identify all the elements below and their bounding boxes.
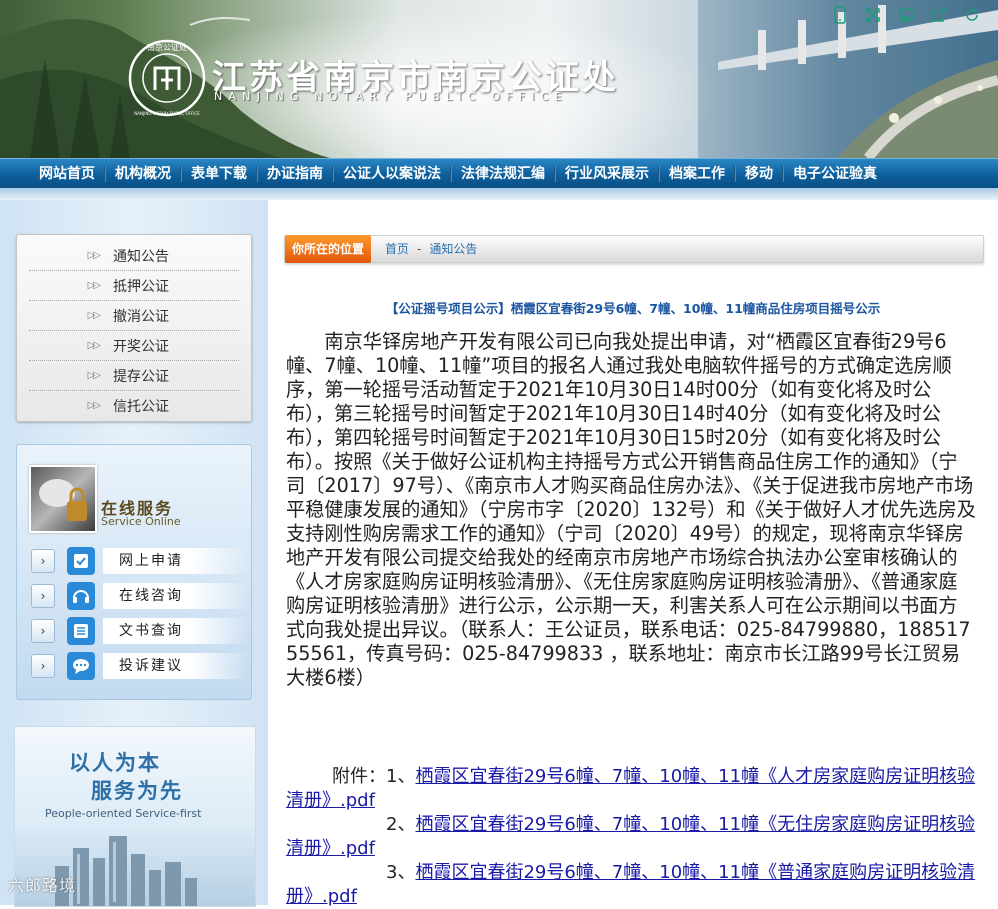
service-document-query[interactable]: › 文书查询 <box>31 617 249 645</box>
service-subtitle: Service Online <box>101 515 181 528</box>
nav-home[interactable]: 网站首页 <box>30 159 104 189</box>
nav-archives[interactable]: 档案工作 <box>660 159 734 189</box>
nav-guide[interactable]: 办证指南 <box>258 159 332 189</box>
svg-text:南京公证处: 南京公证处 <box>147 42 187 52</box>
nav-about[interactable]: 机构概况 <box>106 159 180 189</box>
chat-icon <box>67 652 95 680</box>
location-bar: 你所在的位置 首页 - 通知公告 <box>284 235 984 263</box>
slogan-line-1: 以人为本 <box>69 751 161 775</box>
service-complaint[interactable]: › 投诉建议 <box>31 652 249 680</box>
article-body: 南京华铎房地产开发有限公司已向我处提出申请，对“栖霞区宜春街29号6幢、7幢、1… <box>286 330 976 690</box>
fullscreen-icon[interactable] <box>860 4 885 26</box>
breadcrumb: 首页 - 通知公告 <box>385 242 478 256</box>
notary-seal-logo: 南京公证处 NANJING NOTARY PUBLIC OFFICE <box>128 39 206 117</box>
notice-category-menu: ▷▷ 通知公告 ▷▷ 抵押公证 ▷▷ 撤消公证 ▷▷ 开奖公证 ▷▷ 提存公证 ▷▷ 信托公… <box>16 234 252 422</box>
sidebar-item-lottery[interactable]: ▷▷ 开奖公证 <box>29 331 239 361</box>
attachment-line-1: 附件：1、栖霞区宜春街29号6幢、7幢、10幢、11幢《人才房家庭购房证明核验清… <box>286 766 976 811</box>
image-watermark: 六郎路境 <box>8 876 77 895</box>
nav-mobile[interactable]: 移动 <box>736 159 782 189</box>
form-icon <box>67 547 95 575</box>
chevron-right-icon: › <box>31 549 55 573</box>
chevron-right-icon: › <box>31 619 55 643</box>
attachment-line-3: 3、栖霞区宜春街29号6幢、7幢、10幢、11幢《普通家庭购房证明核验清册》.p… <box>286 862 976 907</box>
double-arrow-icon: ▷▷ <box>87 400 101 411</box>
double-arrow-icon: ▷▷ <box>87 340 101 351</box>
article-paragraph: 南京华铎房地产开发有限公司已向我处提出申请，对“栖霞区宜春街29号6幢、7幢、1… <box>286 330 976 689</box>
refresh-icon[interactable] <box>959 4 984 26</box>
nav-industry[interactable]: 行业风采展示 <box>556 159 658 189</box>
nav-laws[interactable]: 法律法规汇编 <box>452 159 554 189</box>
main-content: 你所在的位置 首页 - 通知公告 【公证摇号项目公示】栖霞区宜春街29号6幢、7幢、… <box>268 200 998 907</box>
slogan-line-2: 服务为先 <box>91 779 183 803</box>
double-arrow-icon: ▷▷ <box>87 250 101 261</box>
save-icon[interactable] <box>893 4 918 26</box>
online-service-panel: 在线服务 Service Online › 网上申请 › 在线咨询 › 文书查询… <box>16 444 252 700</box>
double-arrow-icon: ▷▷ <box>87 280 101 291</box>
svg-text:NANJING NOTARY PUBLIC OFFICE: NANJING NOTARY PUBLIC OFFICE <box>134 111 200 116</box>
double-arrow-icon: ▷▷ <box>87 370 101 381</box>
toolbar-icons <box>827 4 984 26</box>
nav-verify[interactable]: 电子公证验真 <box>784 159 886 189</box>
headset-icon <box>67 582 95 610</box>
service-online-consult[interactable]: › 在线咨询 <box>31 582 249 610</box>
breadcrumb-home[interactable]: 首页 <box>385 242 409 256</box>
location-label: 你所在的位置 <box>285 235 371 263</box>
service-photo <box>29 465 97 533</box>
list-icon <box>67 617 95 645</box>
chevron-right-icon: › <box>31 654 55 678</box>
main-navigation: 网站首页 机构概况 表单下载 办证指南 公证人以案说法 法律法规汇编 行业风采展… <box>0 158 998 188</box>
sidebar-item-revocation[interactable]: ▷▷ 撤消公证 <box>29 301 239 331</box>
nav-forms[interactable]: 表单下载 <box>182 159 256 189</box>
chevron-right-icon: › <box>31 584 55 608</box>
attachment-line-2: 2、栖霞区宜春街29号6幢、7幢、10幢、11幢《无住房家庭购房证明核验清册》.… <box>286 814 976 859</box>
site-title-english: NANJING NOTARY PUBLIC OFFICE <box>214 90 568 103</box>
sidebar-item-mortgage[interactable]: ▷▷ 抵押公证 <box>29 271 239 301</box>
sidebar-item-escrow[interactable]: ▷▷ 提存公证 <box>29 361 239 391</box>
mobile-icon[interactable] <box>827 4 852 26</box>
service-online-apply[interactable]: › 网上申请 <box>31 547 249 575</box>
sidebar-item-notices[interactable]: ▷▷ 通知公告 <box>29 241 239 271</box>
breadcrumb-notices[interactable]: 通知公告 <box>429 242 477 256</box>
sidebar-item-trust[interactable]: ▷▷ 信托公证 <box>29 391 239 420</box>
site-banner: 南京公证处 NANJING NOTARY PUBLIC OFFICE 江苏省南京… <box>0 0 998 158</box>
share-icon[interactable] <box>926 4 951 26</box>
article-title: 【公证摇号项目公示】栖霞区宜春街29号6幢、7幢、10幢、11幢商品住房项目摇号… <box>385 301 881 316</box>
slogan-english: People-oriented Service-first <box>45 807 202 820</box>
double-arrow-icon: ▷▷ <box>87 310 101 321</box>
nav-cases[interactable]: 公证人以案说法 <box>334 159 450 189</box>
